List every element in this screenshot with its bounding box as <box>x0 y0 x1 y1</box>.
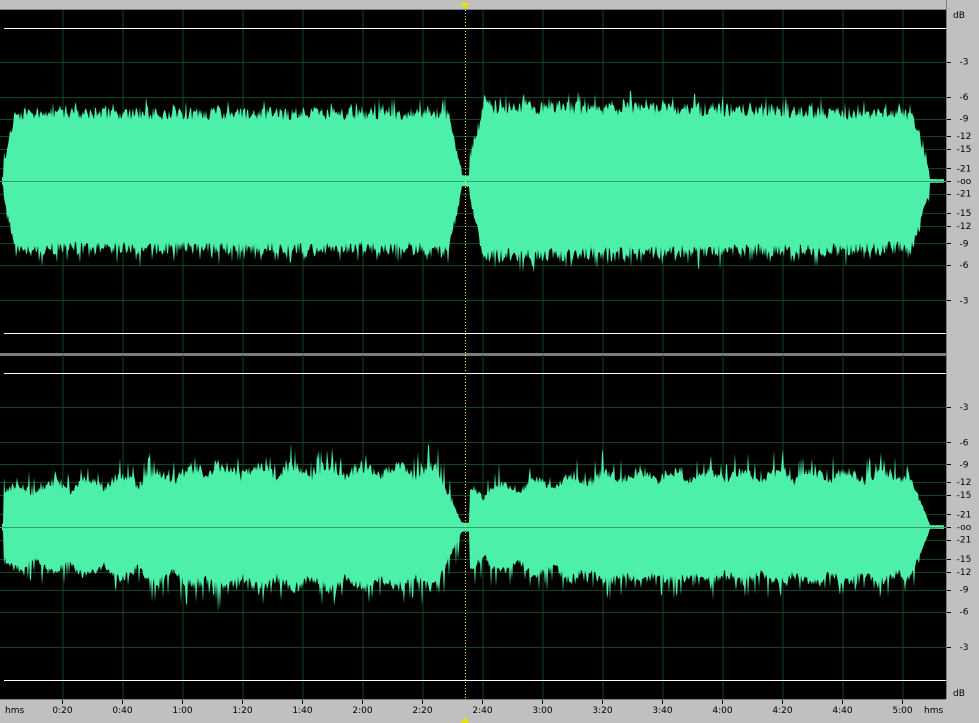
channel-divider[interactable] <box>0 353 979 356</box>
db-tick-label: -15 <box>957 555 972 565</box>
time-tick-label: 2:40 <box>472 706 492 716</box>
db-tick-label: -3 <box>960 58 969 68</box>
db-tick-label: -12 <box>957 132 972 142</box>
db-tick-label: -21 <box>957 190 972 200</box>
time-tick-label: 2:20 <box>412 706 432 716</box>
db-tick-label: -21 <box>957 164 972 174</box>
db-bottom-label: dB <box>953 689 965 699</box>
db-tick-label: -9 <box>960 586 969 596</box>
db-tick-label: -15 <box>957 145 972 155</box>
db-tick-label: -15 <box>957 209 972 219</box>
time-tick-label: 1:00 <box>172 706 192 716</box>
db-tick-label: -9 <box>960 239 969 249</box>
db-tick-label: -6 <box>960 608 969 618</box>
db-tick-label: -3 <box>960 643 969 653</box>
db-tick-label: -oo <box>957 177 972 187</box>
time-tick-label: 3:40 <box>652 706 672 716</box>
db-tick-label: -9 <box>960 460 969 470</box>
db-tick-label: -12 <box>957 478 972 488</box>
db-tick-label: -21 <box>957 536 972 546</box>
time-unit-right: hms <box>924 706 943 716</box>
time-tick-label: 5:00 <box>892 706 912 716</box>
db-tick-label: -21 <box>957 510 972 520</box>
channel-left[interactable] <box>0 10 946 353</box>
time-tick-label: 3:00 <box>532 706 552 716</box>
time-tick-label: 1:20 <box>232 706 252 716</box>
waveform-editor-view[interactable]: dB dB -3-6-9-12-15-21-oo-21-15-12-9-6-3 … <box>0 0 979 723</box>
db-tick-label: -12 <box>957 568 972 578</box>
db-tick-label: -9 <box>960 115 969 125</box>
db-tick-label: -15 <box>957 491 972 501</box>
time-tick-label: 4:00 <box>712 706 732 716</box>
db-tick-label: -3 <box>960 296 969 306</box>
time-tick-label: 4:40 <box>832 706 852 716</box>
time-tick-label: 2:00 <box>352 706 372 716</box>
db-tick-label: -6 <box>960 438 969 448</box>
time-ruler[interactable]: hms hms 0:20 0:40 1:00 1:20 1:40 2:00 2:20 2:40… <box>0 699 979 723</box>
time-tick-label: 3:20 <box>592 706 612 716</box>
time-tick-label: 0:40 <box>112 706 132 716</box>
db-tick-label: -3 <box>960 403 969 413</box>
channel-right[interactable] <box>0 355 946 699</box>
time-tick-label: 4:20 <box>772 706 792 716</box>
db-tick-label: -6 <box>960 261 969 271</box>
db-tick-label: -12 <box>957 222 972 232</box>
db-tick-label: -6 <box>960 93 969 103</box>
db-tick-label: -oo <box>957 523 972 533</box>
time-tick-label: 1:40 <box>292 706 312 716</box>
time-tick-label: 0:20 <box>52 706 72 716</box>
db-ruler[interactable]: dB dB -3-6-9-12-15-21-oo-21-15-12-9-6-3 … <box>946 0 979 723</box>
time-unit-left: hms <box>5 706 24 716</box>
top-ruler[interactable] <box>0 0 979 10</box>
db-top-label: dB <box>953 11 965 21</box>
